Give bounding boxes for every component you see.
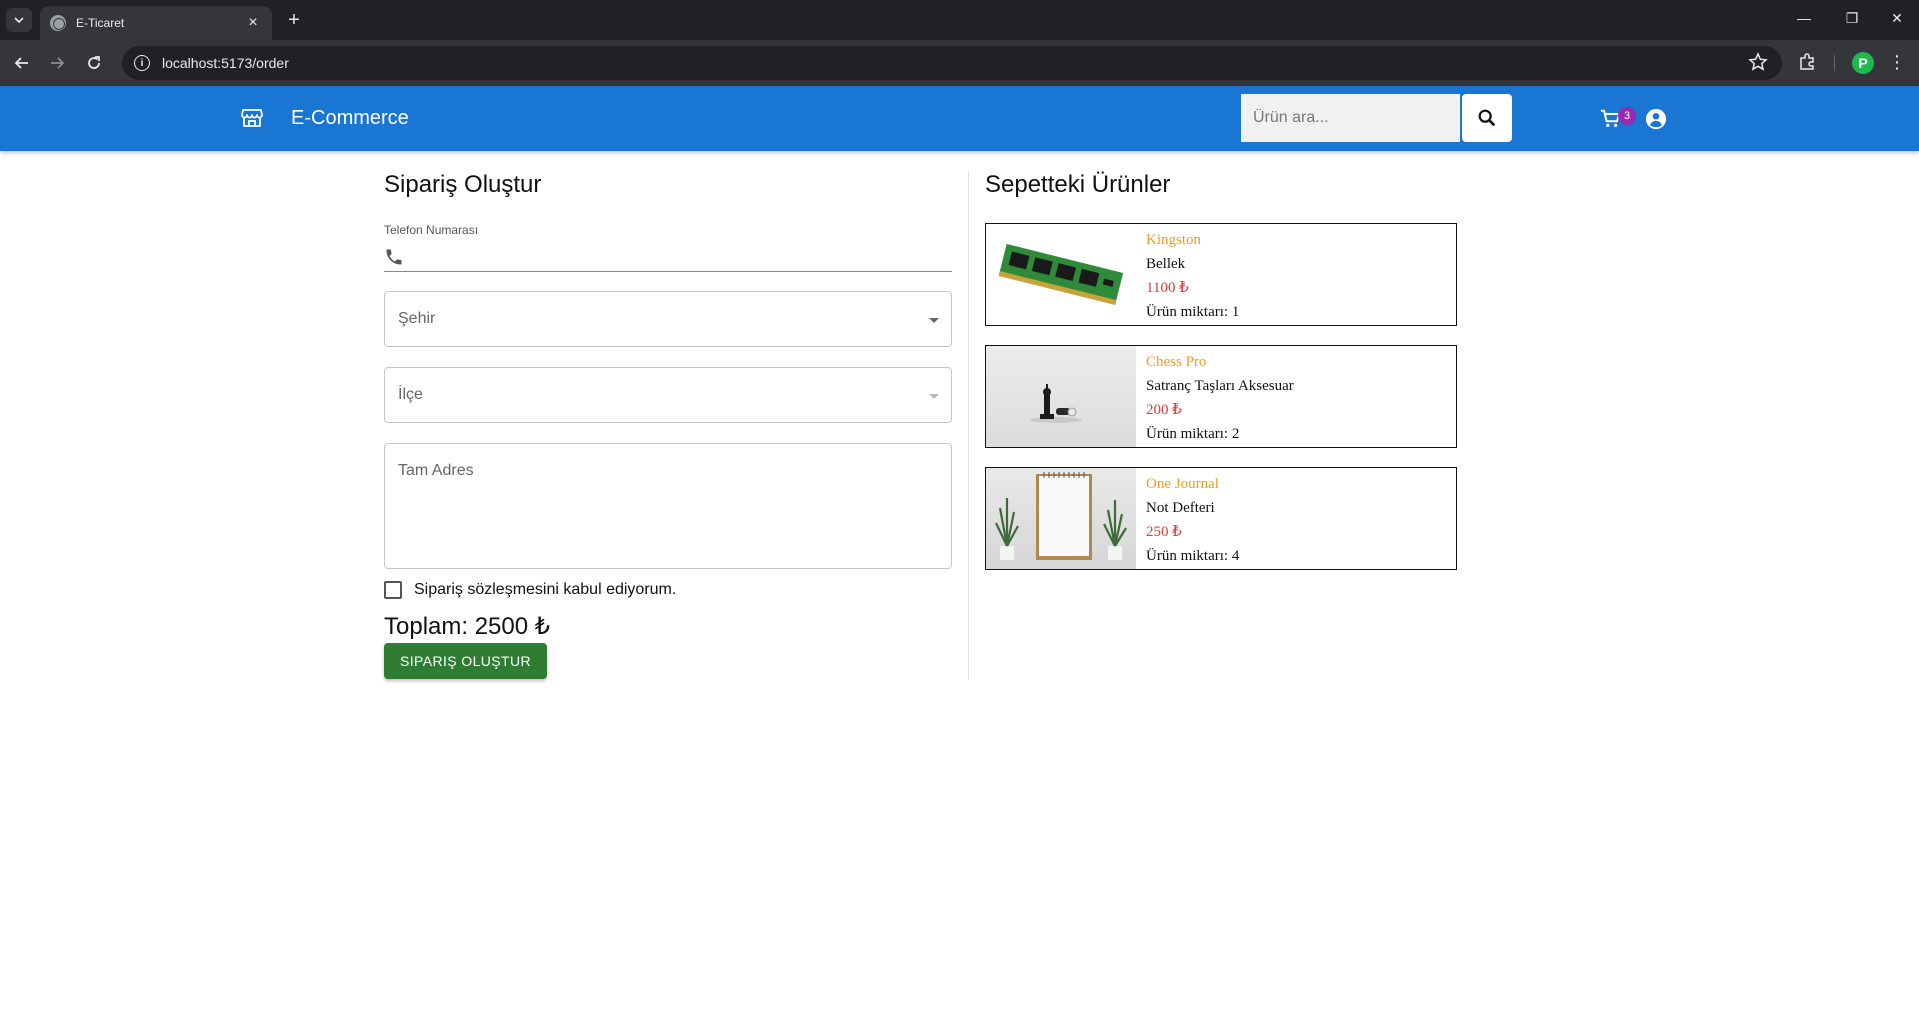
globe-icon (50, 15, 66, 31)
profile-avatar[interactable]: P (1852, 52, 1874, 74)
phone-icon (386, 249, 402, 264)
cart-items-panel: Sepetteki Ürünler Kingston Bellek 1100 ₺… (985, 171, 1457, 570)
toolbar-separator (1834, 55, 1835, 71)
brand-title[interactable]: E-Commerce (291, 107, 409, 130)
site-info-icon[interactable]: i (134, 55, 150, 71)
item-quantity: Ürün miktarı: 1 (1146, 304, 1240, 320)
item-name: Not Defteri (1146, 500, 1215, 516)
search-button[interactable] (1462, 94, 1512, 142)
cart-item[interactable]: Kingston Bellek 1100 ₺ Ürün miktarı: 1 (985, 223, 1457, 326)
cart-button[interactable]: 3 (1600, 107, 1636, 132)
order-form: Sipariş Oluştur Telefon Numarası Şehir İ… (384, 171, 952, 679)
item-name: Bellek (1146, 256, 1186, 272)
item-brand: One Journal (1146, 476, 1219, 492)
search-input[interactable] (1241, 94, 1460, 142)
agreement-row[interactable]: Sipariş sözleşmesini kabul ediyorum. (384, 581, 676, 599)
item-brand: Kingston (1146, 232, 1202, 248)
more-menu-icon[interactable]: ⋮ (1888, 52, 1906, 72)
district-select[interactable]: İlçe (384, 367, 952, 423)
item-price: 200 ₺ (1146, 402, 1182, 418)
close-tab-icon[interactable]: × (244, 14, 262, 32)
reload-button[interactable] (82, 51, 106, 75)
cart-title: Sepetteki Ürünler (985, 171, 1171, 198)
cart-item[interactable]: Chess Pro Satranç Taşları Aksesuar 200 ₺… (985, 345, 1457, 448)
forward-button[interactable] (45, 51, 69, 75)
item-price: 1100 ₺ (1146, 280, 1189, 296)
browser-tab-strip: E-Ticaret × + — ❐ ✕ (0, 0, 1919, 40)
extensions-icon[interactable] (1797, 52, 1817, 72)
column-divider (968, 171, 969, 680)
cart-count-badge: 3 (1618, 107, 1636, 125)
reload-icon (88, 56, 100, 69)
url-text: localhost:5173/order (162, 55, 289, 71)
restore-icon[interactable]: ❐ (1842, 10, 1862, 27)
address-bar[interactable]: i localhost:5173/order (122, 46, 1782, 80)
dropdown-arrow-icon (929, 394, 939, 399)
phone-label: Telefon Numarası (384, 223, 479, 237)
item-price: 250 ₺ (1146, 524, 1182, 540)
dropdown-arrow-icon (929, 318, 939, 323)
cart-item-info: Chess Pro Satranç Taşları Aksesuar 200 ₺… (1136, 346, 1304, 447)
item-quantity: Ürün miktarı: 2 (1146, 426, 1240, 442)
browser-tab[interactable]: E-Ticaret × (40, 6, 272, 40)
item-quantity: Ürün miktarı: 4 (1146, 548, 1240, 564)
chevron-down-icon (14, 17, 24, 24)
cart-item-info: Kingston Bellek 1100 ₺ Ürün miktarı: 1 (1136, 224, 1249, 325)
arrow-right-icon (51, 57, 65, 69)
item-brand: Chess Pro (1146, 354, 1207, 370)
agreement-checkbox[interactable] (384, 581, 402, 599)
arrow-left-icon (14, 57, 28, 69)
create-order-button[interactable]: SIPARIŞ OLUŞTUR (384, 643, 547, 679)
back-button[interactable] (10, 51, 34, 75)
order-form-title: Sipariş Oluştur (384, 171, 542, 198)
cart-item-info: One Journal Not Defteri 250 ₺ Ürün mikta… (1136, 468, 1249, 569)
city-select[interactable]: Şehir (384, 291, 952, 347)
agreement-label: Sipariş sözleşmesini kabul ediyorum. (414, 581, 677, 598)
tab-search-button[interactable] (6, 8, 32, 32)
district-select-label: İlçe (398, 386, 423, 403)
notebook-image (986, 468, 1136, 569)
bookmark-star-icon[interactable] (1748, 52, 1768, 72)
browser-toolbar: i localhost:5173/order P ⋮ (0, 40, 1919, 86)
ram-module-image (986, 224, 1136, 325)
minimize-icon[interactable]: — (1794, 10, 1814, 26)
tab-title: E-Ticaret (76, 16, 125, 30)
order-total: Toplam: 2500 ₺ (384, 613, 551, 640)
store-icon[interactable] (240, 106, 264, 130)
search-icon (1478, 109, 1496, 127)
cart-item[interactable]: One Journal Not Defteri 250 ₺ Ürün mikta… (985, 467, 1457, 570)
phone-field[interactable] (384, 242, 952, 272)
address-textarea[interactable]: Tam Adres (384, 443, 952, 569)
chess-pieces-image (986, 346, 1136, 447)
new-tab-button[interactable]: + (282, 9, 306, 31)
app-header: E-Commerce 3 (0, 86, 1919, 151)
item-name: Satranç Taşları Aksesuar (1146, 378, 1294, 394)
phone-input[interactable] (412, 243, 952, 270)
city-select-label: Şehir (398, 310, 436, 327)
close-window-icon[interactable]: ✕ (1887, 10, 1907, 27)
account-circle-icon[interactable] (1645, 108, 1667, 130)
address-placeholder: Tam Adres (398, 462, 474, 479)
